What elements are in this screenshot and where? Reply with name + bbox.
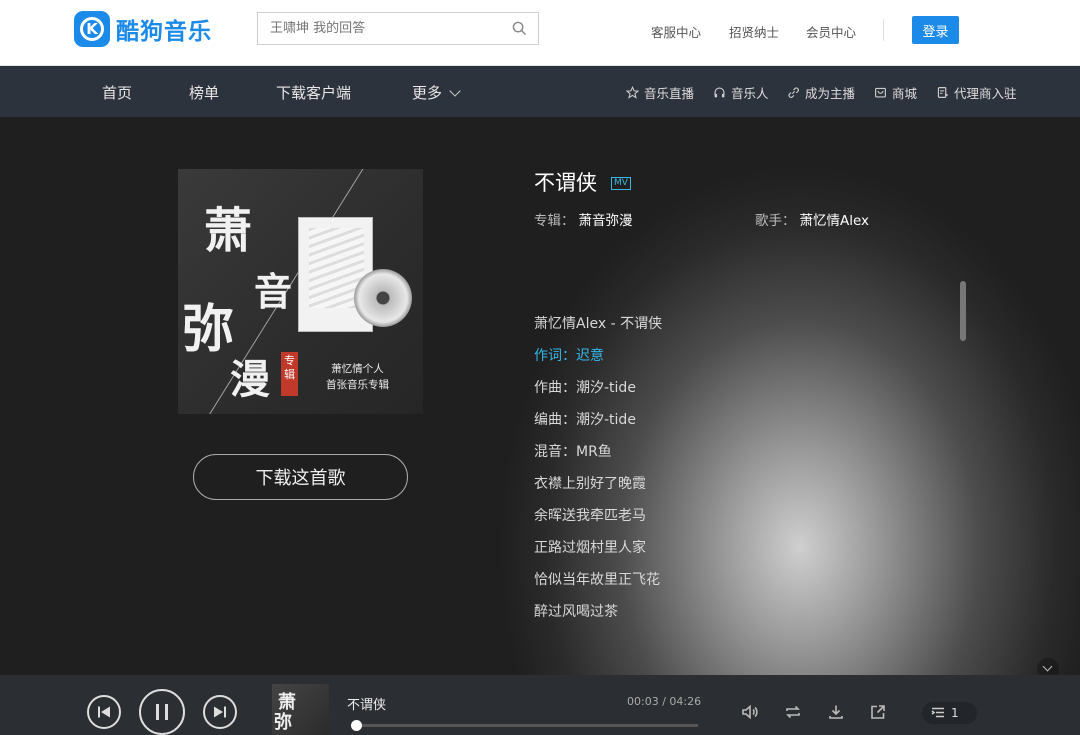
lyric-line: 醉过风喝过茶: [534, 604, 618, 620]
headphones-icon: [714, 87, 725, 98]
nav-link-live-label: 音乐直播: [644, 86, 695, 101]
logo-text: 酷狗音乐: [116, 19, 212, 45]
cover-subtitle: 萧忆情个人 首张音乐专辑: [326, 361, 389, 393]
cover-char-1: 萧: [204, 203, 253, 259]
repeat-button[interactable]: [784, 703, 802, 721]
lyric-line: 作词：迟意: [534, 348, 604, 364]
pause-icon: [156, 704, 168, 720]
album-label: 专辑：: [534, 213, 575, 229]
logo-letter: K: [80, 17, 104, 41]
logo-badge-icon: K: [74, 11, 110, 47]
nav-link-musician-label: 音乐人: [731, 86, 769, 101]
nav-item-more-label: 更多: [412, 84, 443, 102]
lyric-line: 衣襟上别好了晚霞: [534, 476, 646, 492]
mv-badge[interactable]: MV: [611, 177, 631, 190]
collapse-chevron-icon[interactable]: [1037, 658, 1059, 675]
cover-subtitle-line-1: 萧忆情个人: [331, 363, 384, 375]
link-vip-center[interactable]: 会员中心: [806, 22, 856, 41]
logo[interactable]: K 酷狗音乐: [74, 11, 212, 47]
cover-subtitle-line-2: 首张音乐专辑: [326, 379, 389, 391]
nav-item-charts[interactable]: 榜单: [189, 82, 219, 103]
share-icon: [871, 705, 885, 719]
search-box: [257, 12, 539, 45]
lyrics-scrollbar[interactable]: [960, 281, 966, 341]
agent-icon: [937, 87, 949, 98]
playlist-button[interactable]: 1: [922, 702, 977, 724]
repeat-icon: [786, 705, 800, 719]
progress-handle[interactable]: [351, 720, 363, 731]
mini-cover-char-3: 弥: [274, 712, 292, 733]
shop-icon: [875, 87, 886, 98]
cover-char-4: 漫: [230, 356, 270, 403]
lyric-line: 编曲：潮汐-tide: [534, 412, 636, 428]
download-icon: [829, 705, 843, 719]
link-customer-service[interactable]: 客服中心: [651, 22, 701, 41]
star-icon: [626, 86, 639, 99]
link-careers[interactable]: 招贤纳士: [729, 22, 779, 41]
link-icon: [788, 87, 799, 98]
lyric-line: 作曲：潮汐-tide: [534, 380, 636, 396]
playlist-icon: [931, 707, 944, 718]
album-cover: 萧 音 弥 漫 专辑 萧忆情个人 首张音乐专辑: [178, 169, 423, 414]
artist-label: 歌手：: [755, 213, 796, 229]
player-time: 00:03 / 04:26: [627, 695, 702, 708]
nav-link-become-host-label: 成为主播: [805, 86, 856, 101]
nav-item-download-client[interactable]: 下载客户端: [276, 82, 351, 103]
nav-link-shop[interactable]: 商城: [874, 83, 917, 102]
volume-button[interactable]: [741, 703, 759, 721]
prev-icon: [98, 706, 110, 718]
login-button[interactable]: 登录: [912, 16, 959, 44]
lyrics-list: 萧忆情Alex - 不谓侠 作词：迟意 作曲：潮汐-tide 编曲：潮汐-tid…: [534, 313, 662, 633]
player-song-title[interactable]: 不谓侠: [347, 694, 386, 713]
next-button[interactable]: [203, 695, 237, 729]
next-icon: [214, 706, 226, 718]
player-cover[interactable]: 萧 弥: [272, 684, 329, 735]
song-detail-panel: 萧 音 弥 漫 专辑 萧忆情个人 首张音乐专辑 下载这首歌 不谓侠 MV 专辑：…: [0, 117, 1080, 675]
nav-link-agent[interactable]: 代理商入驻: [936, 83, 1017, 102]
album-name-link[interactable]: 萧音弥漫: [579, 213, 633, 229]
cover-tag: 专辑: [281, 352, 298, 396]
nav-link-live[interactable]: 音乐直播: [626, 83, 694, 102]
lyric-line: 萧忆情Alex - 不谓侠: [534, 316, 663, 332]
cover-char-2: 音: [254, 269, 293, 314]
artist-name-link[interactable]: 萧忆情Alex: [800, 213, 870, 229]
search-input[interactable]: [258, 13, 503, 44]
top-header: K 酷狗音乐 客服中心 招贤纳士 会员中心 登录: [0, 0, 1080, 66]
player-bar: 萧 弥 不谓侠 00:03 / 04:26 1: [0, 675, 1080, 735]
lyric-line: 余晖送我牵匹老马: [534, 508, 646, 524]
artist-info: 歌手： 萧忆情Alex: [755, 209, 869, 229]
lyric-line: 恰似当年故里正飞花: [534, 572, 660, 588]
nav-link-agent-label: 代理商入驻: [954, 86, 1017, 101]
progress-bar[interactable]: [351, 720, 698, 731]
search-icon[interactable]: [512, 21, 527, 36]
cd-disc-icon: [354, 269, 412, 327]
cover-char-3: 弥: [182, 299, 235, 360]
pause-button[interactable]: [139, 689, 185, 735]
lyric-line: 混音：MR鱼: [534, 444, 612, 460]
playlist-count: 1: [951, 706, 959, 720]
share-button[interactable]: [869, 703, 887, 721]
download-song-button[interactable]: 下载这首歌: [193, 454, 408, 500]
nav-link-musician[interactable]: 音乐人: [713, 83, 769, 102]
volume-icon: [742, 704, 758, 720]
lyric-line: 正路过烟村里人家: [534, 540, 646, 556]
nav-item-more[interactable]: 更多: [412, 82, 461, 103]
song-title: 不谓侠: [534, 171, 597, 195]
download-button[interactable]: [827, 703, 845, 721]
prev-button[interactable]: [87, 695, 121, 729]
header-divider: [883, 19, 884, 41]
nav-bar: 首页 榜单 下载客户端 更多 音乐直播 音乐人 成为主播 商城 代理商入驻: [0, 66, 1080, 117]
chevron-down-icon: [449, 85, 461, 97]
nav-link-become-host[interactable]: 成为主播: [787, 83, 855, 102]
album-info: 专辑： 萧音弥漫: [534, 209, 633, 229]
nav-item-home[interactable]: 首页: [102, 82, 132, 103]
nav-link-shop-label: 商城: [892, 86, 918, 101]
